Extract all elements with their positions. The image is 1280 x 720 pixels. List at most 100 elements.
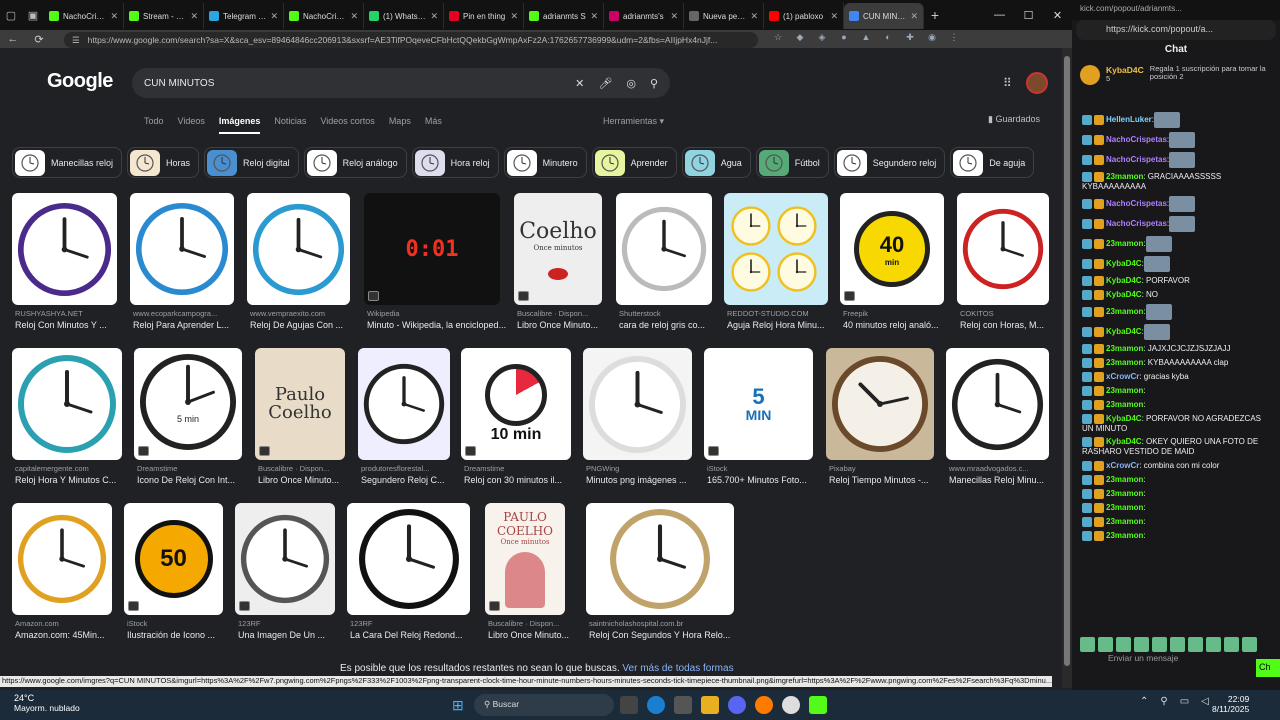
result-title[interactable]: Reloj Con Minutos Y ...	[15, 320, 130, 330]
nav-tab-2[interactable]: Imágenes	[218, 116, 261, 134]
browser-tab[interactable]: Telegram Wi ✕	[204, 3, 284, 29]
result-title[interactable]: Reloj con Horas, M...	[960, 320, 1062, 330]
image-result[interactable]: 123RF La Cara Del Reloj Redond...	[347, 503, 470, 649]
chat-username[interactable]: 23mamon	[1106, 489, 1143, 498]
chat-username[interactable]: 23mamon	[1106, 172, 1143, 181]
chat-username[interactable]: NachoCrispetas	[1106, 219, 1167, 228]
chat-username[interactable]: 23mamon	[1106, 475, 1143, 484]
close-window-icon[interactable]: ✕	[1043, 9, 1072, 22]
result-thumbnail[interactable]: 5 MIN	[704, 348, 813, 460]
result-source[interactable]: saintnicholashospital.com.br	[589, 619, 737, 628]
result-title[interactable]: cara de reloj gris co...	[619, 320, 725, 330]
result-title[interactable]: Amazon.com: 45Min...	[15, 630, 125, 640]
result-thumbnail[interactable]: 5 min	[134, 348, 242, 460]
result-thumbnail[interactable]	[724, 193, 828, 305]
extension-icon[interactable]: ●	[836, 32, 852, 46]
result-thumbnail[interactable]: Paulo Coelho	[255, 348, 345, 460]
emote-icon[interactable]	[1224, 637, 1239, 652]
address-bar[interactable]: ☰ https://www.google.com/search?sa=X&sca…	[64, 32, 758, 48]
tab-close-icon[interactable]: ✕	[670, 11, 678, 22]
tab-close-icon[interactable]: ✕	[270, 11, 278, 22]
tab-close-icon[interactable]: ✕	[190, 11, 198, 22]
result-thumbnail[interactable]	[826, 348, 934, 460]
bookmark-star-icon[interactable]: ☆	[770, 32, 786, 46]
result-thumbnail[interactable]	[946, 348, 1049, 460]
emote-icon[interactable]	[1242, 637, 1257, 652]
emote-icon[interactable]	[1116, 637, 1131, 652]
chip[interactable]: Hora reloj	[411, 147, 499, 178]
show-more-link[interactable]: Ver más de todas formas	[622, 663, 733, 674]
chip[interactable]: Aprender	[591, 147, 677, 178]
profile-icon[interactable]: ◉	[924, 32, 940, 46]
result-title[interactable]: La Cara Del Reloj Redond...	[350, 630, 483, 640]
nav-tab-1[interactable]: Videos	[178, 116, 205, 134]
chat-username[interactable]: KybaD4C	[1106, 290, 1142, 299]
result-title[interactable]: Segundero Reloj C...	[361, 475, 463, 485]
image-result[interactable]: capitalemergente.com Reloj Hora Y Minutos…	[12, 348, 122, 494]
clock[interactable]: 22:09 8/11/2025	[1212, 694, 1249, 714]
chat-send-button[interactable]: Ch	[1256, 659, 1280, 677]
network-icon[interactable]: ▭	[1180, 696, 1189, 707]
emote-icon[interactable]	[1152, 637, 1167, 652]
chat-username[interactable]: KybaD4C	[1106, 259, 1142, 268]
chat-username[interactable]: NachoCrispetas	[1106, 199, 1167, 208]
chrome-icon[interactable]	[782, 696, 800, 714]
browser-tab[interactable]: NachoCrispe ✕	[44, 3, 124, 29]
result-source[interactable]: Amazon.com	[15, 619, 115, 628]
voice-search-icon[interactable]: 🎤︎	[598, 77, 612, 90]
result-source[interactable]: iStock	[707, 464, 816, 473]
result-title[interactable]: 165.700+ Minutos Foto...	[707, 475, 826, 485]
chat-username[interactable]: 23mamon	[1106, 344, 1143, 353]
chat-username[interactable]: KybaD4C	[1106, 327, 1142, 336]
result-source[interactable]: www.mraadvogados.c...	[949, 464, 1052, 473]
image-result[interactable]: www.ecoparkcampogra... Reloj Para Aprende…	[130, 193, 234, 339]
result-source[interactable]: www.ecoparkcampogra...	[133, 309, 237, 318]
result-title[interactable]: Reloj Hora Y Minutos C...	[15, 475, 135, 485]
chat-username[interactable]: HellenLuker	[1106, 115, 1152, 124]
result-source[interactable]: Buscalibre · Dispon...	[517, 309, 605, 318]
tab-close-icon[interactable]: ✕	[830, 11, 838, 22]
chip[interactable]: Minutero	[503, 147, 587, 178]
tab-close-icon[interactable]: ✕	[590, 11, 598, 22]
browser-tab[interactable]: Nueva pesta ✕	[684, 3, 764, 29]
search-icon[interactable]: ⚲	[650, 77, 658, 90]
result-thumbnail[interactable]	[358, 348, 450, 460]
result-title[interactable]: Libro Once Minuto...	[517, 320, 615, 330]
result-title[interactable]: Minuto - Wikipedia, la encicloped...	[367, 320, 513, 330]
chat-username[interactable]: 23mamon	[1106, 531, 1143, 540]
result-title[interactable]: Aguja Reloj Hora Minu...	[727, 320, 841, 330]
tab-close-icon[interactable]: ✕	[750, 11, 758, 22]
chip[interactable]: Segundero reloj	[833, 147, 946, 178]
result-source[interactable]: capitalemergente.com	[15, 464, 125, 473]
tray-chevron-icon[interactable]: ⌃	[1140, 696, 1148, 707]
image-result[interactable]: www.vempraexito.com Reloj De Agujas Con .…	[247, 193, 350, 339]
browser-tab[interactable]: NachoCrispe ✕	[284, 3, 364, 29]
image-result[interactable]: 5 MIN iStock 165.700+ Minutos Foto...	[704, 348, 813, 494]
chip[interactable]: Horas	[127, 147, 200, 178]
result-source[interactable]: PNGWing	[586, 464, 695, 473]
chat-username[interactable]: KybaD4C	[1106, 437, 1142, 446]
result-thumbnail[interactable]	[347, 503, 470, 615]
chip[interactable]: De aguja	[950, 147, 1035, 178]
search-box[interactable]: CUN MINUTOS ✕ 🎤︎ ◎ ⚲	[132, 68, 670, 98]
result-source[interactable]: Dreamstime	[464, 464, 574, 473]
result-thumbnail[interactable]	[235, 503, 335, 615]
result-thumbnail[interactable]: 0:01	[364, 193, 500, 305]
result-thumbnail[interactable]	[130, 193, 234, 305]
image-result[interactable]: 123RF Una Imagen De Un ...	[235, 503, 335, 649]
search-input[interactable]: CUN MINUTOS	[144, 78, 561, 89]
chat-username[interactable]: KybaD4C	[1106, 414, 1142, 423]
nav-tab-5[interactable]: Maps	[389, 116, 411, 134]
chat-username[interactable]: 23mamon	[1106, 358, 1143, 367]
image-result[interactable]: 5 min Dreamstime Icono De Reloj Con Int...	[134, 348, 242, 494]
result-title[interactable]: Libro Once Minuto...	[258, 475, 358, 485]
result-thumbnail[interactable]	[616, 193, 712, 305]
pinned-gift[interactable]: KybaD4C 5 Regala 1 suscripción para toma…	[1080, 64, 1272, 85]
scrollbar-thumb[interactable]	[1064, 56, 1070, 666]
nav-tab-0[interactable]: Todo	[144, 116, 164, 134]
saved-button[interactable]: ▮ Guardados	[988, 114, 1040, 125]
result-source[interactable]: Dreamstime	[137, 464, 245, 473]
browser-tab[interactable]: adrianmts's ✕	[604, 3, 684, 29]
back-icon[interactable]: ←	[0, 33, 26, 45]
result-thumbnail[interactable]	[586, 503, 734, 615]
